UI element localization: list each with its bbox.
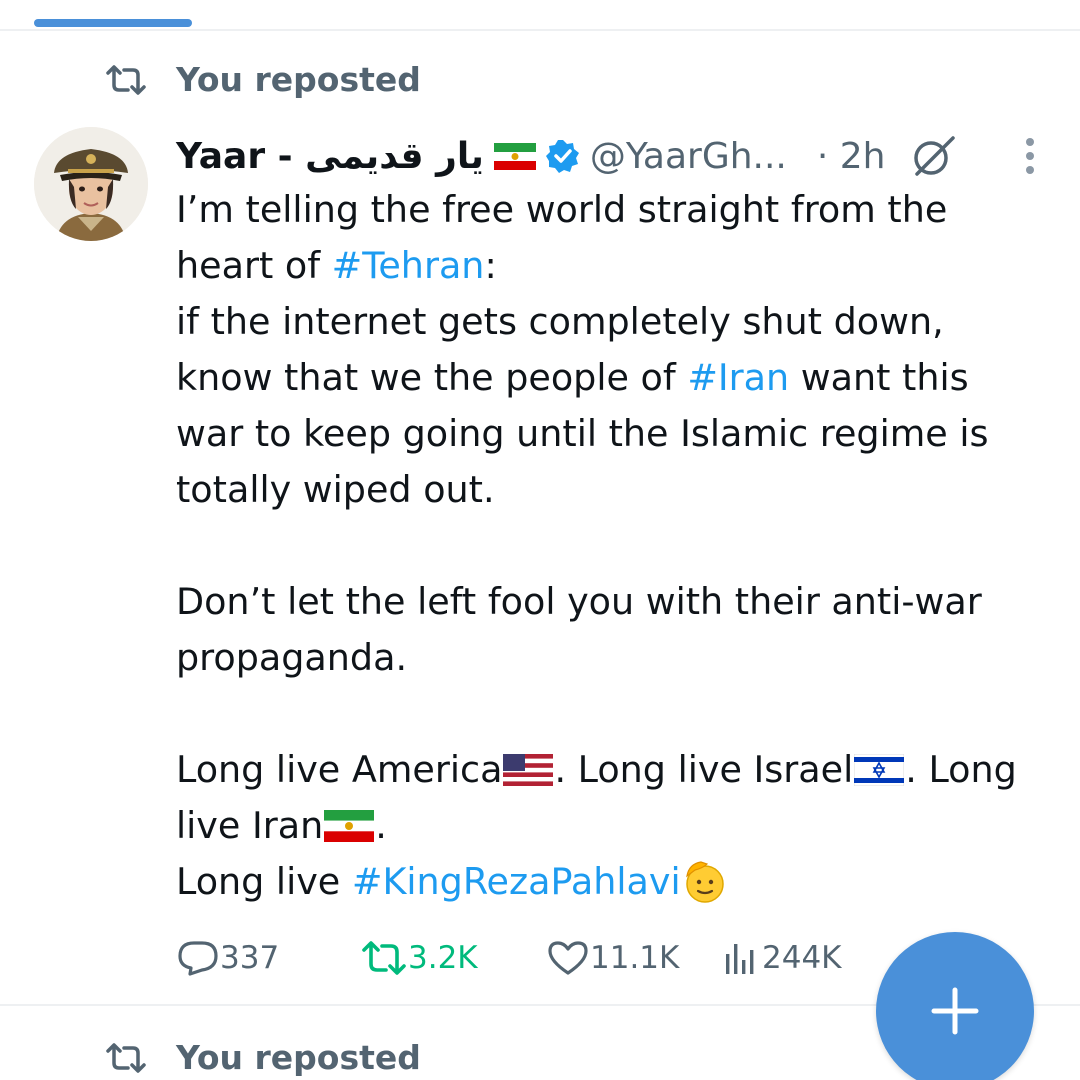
tweet-text-segment: . bbox=[375, 804, 387, 847]
tweet-text-segment: know that we the people of bbox=[176, 356, 688, 399]
tweet-line: heart of #Tehran: bbox=[176, 238, 1056, 294]
tweet-text-segment: . Long bbox=[905, 748, 1017, 791]
tweet-line: if the internet gets completely shut dow… bbox=[176, 300, 944, 343]
israel-flag-icon bbox=[854, 754, 905, 786]
tweet-timestamp[interactable]: · 2h bbox=[817, 136, 886, 177]
tweet-text-segment: heart of bbox=[176, 244, 332, 287]
display-name[interactable]: Yaar - یار قدیمی bbox=[176, 136, 484, 177]
plus-icon bbox=[931, 987, 979, 1035]
tweet-text-segment: Long live America bbox=[176, 748, 503, 791]
tweet-line: I’m telling the free world straight from… bbox=[176, 188, 948, 231]
tab-divider bbox=[0, 29, 1080, 31]
tweet-text-segment: live Iran bbox=[176, 804, 324, 847]
active-tab-indicator bbox=[34, 19, 192, 27]
tweet-line: know that we the people of #Iran want th… bbox=[176, 350, 1056, 406]
views-button[interactable]: 244K bbox=[722, 934, 842, 982]
reply-count: 337 bbox=[220, 940, 280, 976]
views-icon bbox=[726, 944, 754, 974]
tweet-line: live Iran. bbox=[176, 798, 1056, 854]
tweet-line: Long live #KingRezaPahlavi bbox=[176, 854, 1056, 910]
repost-context-label: You reposted bbox=[176, 60, 421, 99]
repost-context-label: You reposted bbox=[176, 1038, 421, 1077]
avatar[interactable] bbox=[34, 127, 148, 241]
timeline-screen: You reposted Yaar - یار قدیمی @YaarGh...… bbox=[0, 0, 1080, 1080]
tweet-text-segment: . Long live Israel bbox=[554, 748, 854, 791]
verified-badge-icon bbox=[545, 140, 579, 173]
repost-icon bbox=[106, 1042, 146, 1073]
like-button[interactable]: 11.1K bbox=[546, 934, 679, 982]
tweet-text-segment: Long live bbox=[176, 860, 352, 903]
tweet-line: Long live America . Long live Israel . Lon… bbox=[176, 742, 1056, 798]
iran-flag-icon bbox=[324, 810, 375, 842]
views-count: 244K bbox=[762, 940, 842, 976]
grok-icon[interactable] bbox=[909, 134, 959, 178]
reply-icon bbox=[178, 941, 218, 976]
repost-icon bbox=[106, 64, 146, 95]
tweet-text-segment: want this bbox=[789, 356, 969, 399]
heart-icon bbox=[548, 941, 588, 975]
user-handle[interactable]: @YaarGh... bbox=[590, 136, 787, 177]
usa-flag-icon bbox=[503, 754, 554, 786]
repost-count: 3.2K bbox=[408, 940, 478, 976]
more-vertical-icon[interactable] bbox=[1024, 134, 1036, 178]
reply-button[interactable]: 337 bbox=[176, 934, 279, 982]
compose-button[interactable] bbox=[876, 932, 1034, 1080]
repost-icon bbox=[362, 941, 406, 975]
tweet-header: Yaar - یار قدیمی @YaarGh... · 2h bbox=[176, 128, 1056, 184]
iran-flag-icon bbox=[493, 143, 536, 170]
tweet-line: Don’t let the left fool you with their a… bbox=[176, 580, 982, 623]
tweet-text: I’m telling the free world straight from… bbox=[176, 182, 1056, 910]
tweet-line: totally wiped out. bbox=[176, 468, 495, 511]
repost-context: You reposted bbox=[104, 60, 421, 99]
hashtag-link[interactable]: #Iran bbox=[687, 356, 789, 399]
tweet-line: propaganda. bbox=[176, 636, 408, 679]
hashtag-link[interactable]: #Tehran bbox=[332, 244, 485, 287]
hashtag-link[interactable]: #KingRezaPahlavi bbox=[352, 860, 681, 903]
tweet-line: war to keep going until the Islamic regi… bbox=[176, 412, 989, 455]
like-count: 11.1K bbox=[590, 940, 680, 976]
repost-button[interactable]: 3.2K bbox=[360, 934, 478, 982]
tweet-text-segment: : bbox=[484, 244, 497, 287]
avatar-image bbox=[34, 127, 148, 241]
saluting-face-icon bbox=[685, 861, 724, 903]
repost-context: You reposted bbox=[104, 1038, 421, 1077]
